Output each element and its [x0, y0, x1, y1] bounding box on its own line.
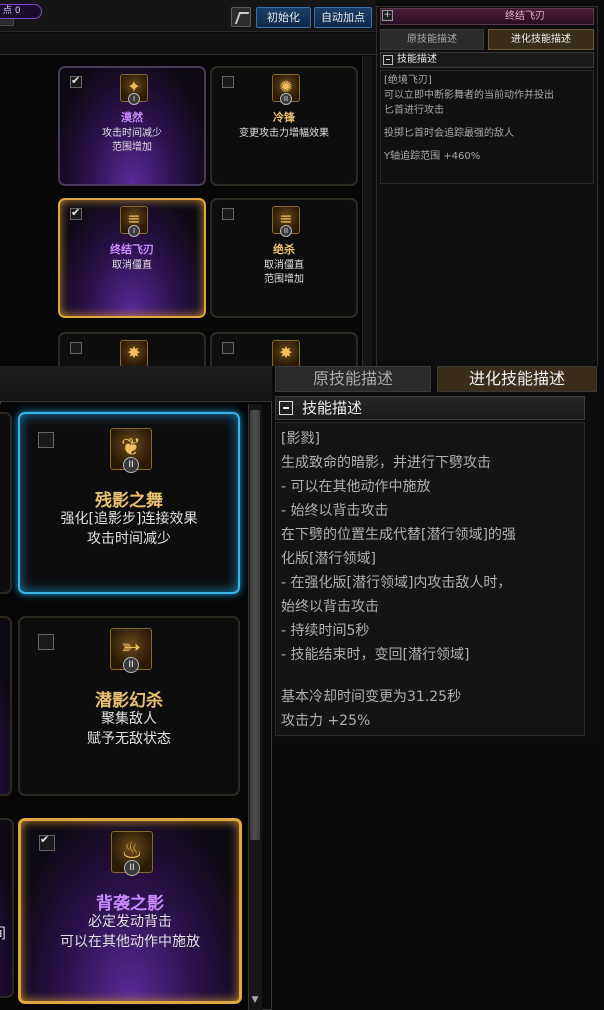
- skill-rank-badge-icon: II: [124, 860, 140, 876]
- description-line: 化版[潜行领域]: [281, 551, 376, 567]
- skill-icon: ✸: [120, 340, 148, 366]
- minus-toggle-icon[interactable]: [383, 55, 393, 65]
- skill-card-partial[interactable]: [0, 412, 12, 594]
- skill-rank-badge-icon: II: [123, 657, 139, 673]
- zoomed-skill-grid: 间 ❦ II 残影之舞 强化[追影步]连接效果 攻击时间减少 ➳ II 潜影幻杀…: [0, 404, 248, 1010]
- description-line: 可以立即中断影舞者的当前动作并投出: [384, 90, 554, 101]
- cursor-tool-icon[interactable]: [231, 7, 251, 27]
- checkbox-icon[interactable]: [70, 206, 82, 220]
- checkbox-icon[interactable]: [222, 76, 234, 88]
- skill-points-badge: 点 0: [0, 4, 42, 19]
- description-line: Y轴追踪范围 +460%: [384, 151, 481, 162]
- skill-card-2[interactable]: ≡ I 终结飞刃 取消僵直: [58, 198, 206, 318]
- description-line: - 可以在其他动作中施放: [281, 479, 431, 495]
- skill-card-line: 攻击时间减少: [102, 128, 162, 139]
- zoomed-scrollbar-thumb[interactable]: [250, 410, 260, 840]
- skill-card-title: 漠然: [121, 111, 143, 124]
- minus-toggle-icon[interactable]: [279, 401, 293, 415]
- skill-card-line: 攻击时间减少: [87, 531, 171, 547]
- skill-card-3[interactable]: ≡ II 绝杀 取消僵直 范围增加: [210, 198, 358, 318]
- description-line: 攻击力 +25%: [281, 713, 371, 729]
- skill-card-afterimage-dance[interactable]: ❦ II 残影之舞 强化[追影步]连接效果 攻击时间减少: [18, 412, 240, 594]
- skill-icon: ≡ I: [120, 206, 148, 237]
- skill-card-title: 绝杀: [273, 243, 295, 256]
- skill-icon: ≡ II: [272, 206, 300, 237]
- section-header[interactable]: 技能描述: [275, 396, 585, 420]
- skill-icon: ✦ I: [120, 74, 148, 105]
- description-line: [281, 667, 579, 685]
- skill-rank-badge-icon: II: [280, 93, 292, 105]
- top-scrollbar[interactable]: [362, 56, 372, 366]
- description-line: - 在强化版[潜行领域]内攻击敌人时，: [281, 575, 512, 591]
- description-line: [384, 118, 590, 126]
- skill-icon: ✺ II: [272, 74, 300, 105]
- skill-icon: ✸: [272, 340, 300, 366]
- checkbox-icon[interactable]: [38, 634, 54, 650]
- skill-card-backstab-shadow[interactable]: ♨ II 背袭之影 必定发动背击 可以在其他动作中施放: [18, 818, 242, 1004]
- skill-card-line: 聚集敌人: [101, 711, 157, 727]
- section-header[interactable]: 技能描述: [380, 52, 594, 68]
- skill-card-line: 变更攻击力增幅效果: [239, 128, 329, 139]
- skill-card-line: 取消僵直: [264, 260, 304, 271]
- auto-assign-button[interactable]: 自动加点: [314, 7, 372, 28]
- skill-card-partial[interactable]: ✸: [210, 332, 358, 366]
- skill-card-line: 可以在其他动作中施放: [60, 934, 200, 950]
- description-body: [绝境飞刃] 可以立即中断影舞者的当前动作并投出 匕首进行攻击 投掷匕首时会追踪…: [380, 70, 594, 184]
- skill-card-line: 范围增加: [112, 142, 152, 153]
- panel-title: 终结飞刃: [380, 8, 594, 25]
- description-line: 匕首进行攻击: [384, 105, 444, 116]
- description-line: 在下劈的位置生成代替[潜行领域]的强: [281, 527, 516, 543]
- tab-evolved-description[interactable]: 进化技能描述: [488, 29, 594, 50]
- description-line: 生成致命的暗影，并进行下劈攻击: [281, 455, 491, 471]
- description-line: 投掷匕首时会追踪最强的敌人: [384, 128, 514, 139]
- skill-card-line: 取消僵直: [112, 260, 152, 271]
- skill-card-shadow-illusion[interactable]: ➳ II 潜影幻杀 聚集敌人 赋予无敌状态: [18, 616, 240, 796]
- description-line: 基本冷却时间变更为31.25秒: [281, 689, 462, 705]
- description-line: [绝境飞刃]: [384, 75, 432, 86]
- zoomed-window-header: [0, 366, 272, 402]
- skill-card-line: 间: [0, 922, 6, 943]
- tab-evolved-description[interactable]: 进化技能描述: [437, 366, 597, 392]
- skill-rank-badge-icon: I: [128, 93, 140, 105]
- skill-card-line: 范围增加: [264, 274, 304, 285]
- skill-card-title: 冷锋: [273, 111, 295, 124]
- checkbox-icon[interactable]: [70, 74, 82, 88]
- skill-card-line: 必定发动背击: [88, 914, 172, 930]
- reset-button[interactable]: 初始化: [256, 7, 311, 28]
- checkbox-icon[interactable]: [39, 833, 55, 851]
- plus-toggle-icon[interactable]: +: [382, 10, 393, 21]
- skill-card-partial[interactable]: 间: [0, 818, 14, 998]
- skill-rank-badge-icon: II: [280, 225, 292, 237]
- checkbox-icon[interactable]: [70, 342, 82, 354]
- skill-card-partial[interactable]: [0, 616, 12, 796]
- checkbox-icon[interactable]: [222, 208, 234, 220]
- tab-original-description[interactable]: 原技能描述: [275, 366, 431, 392]
- description-line: - 持续时间5秒: [281, 623, 370, 639]
- skill-card-title: 终结飞刃: [110, 243, 154, 256]
- skill-icon: ❦ II: [110, 428, 152, 473]
- top-skill-grid: ✦ I 漠然 攻击时间减少 范围增加 ✺ II 冷锋 变更攻击力增幅效果 ≡ I…: [0, 56, 362, 366]
- description-line: - 技能结束时，变回[潜行领域]: [281, 647, 470, 663]
- description-line: - 始终以背击攻击: [281, 503, 389, 519]
- description-line: [384, 141, 590, 149]
- skill-card-1[interactable]: ✺ II 冷锋 变更攻击力增幅效果: [210, 66, 358, 186]
- skill-card-line: 强化[追影步]连接效果: [60, 511, 198, 527]
- skill-icon: ♨ II: [111, 831, 153, 876]
- skill-card-partial[interactable]: ✸: [58, 332, 206, 366]
- description-body: [影戮] 生成致命的暗影，并进行下劈攻击 - 可以在其他动作中施放 - 始终以背…: [275, 422, 585, 736]
- skill-rank-badge-icon: II: [123, 457, 139, 473]
- description-line: 始终以背击攻击: [281, 599, 379, 615]
- skill-icon: ➳ II: [110, 628, 152, 673]
- skill-points-bar: [0, 33, 376, 55]
- skill-card-0[interactable]: ✦ I 漠然 攻击时间减少 范围增加: [58, 66, 206, 186]
- description-line: [影戮]: [281, 431, 320, 447]
- skill-rank-badge-icon: I: [128, 225, 140, 237]
- scroll-down-arrow-icon[interactable]: ▼: [249, 994, 261, 1006]
- checkbox-icon[interactable]: [38, 432, 54, 448]
- skill-card-line: 赋予无敌状态: [87, 731, 171, 747]
- checkbox-icon[interactable]: [222, 342, 234, 354]
- tab-original-description[interactable]: 原技能描述: [380, 29, 484, 50]
